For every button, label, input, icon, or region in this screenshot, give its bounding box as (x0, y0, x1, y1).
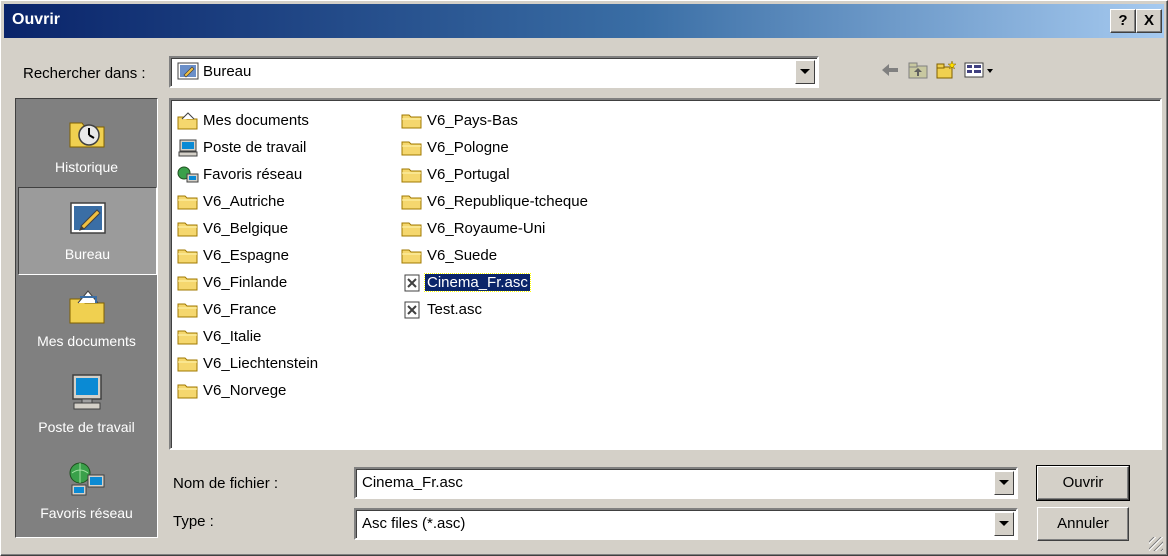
file-name: V6_Italie (203, 328, 262, 345)
file-name: V6_France (203, 301, 277, 318)
folder-icon (401, 139, 423, 157)
folder-icon (177, 220, 199, 238)
filetype-select[interactable]: Asc files (*.asc) (354, 508, 1018, 540)
place-label: Mes documents (37, 333, 136, 349)
filename-input[interactable]: Cinema_Fr.asc (354, 467, 1018, 499)
folder-icon (177, 355, 199, 373)
file-name: V6_Liechtenstein (203, 355, 319, 372)
folder-icon (177, 274, 199, 292)
desktop-icon (177, 62, 199, 80)
folder-icon (401, 193, 423, 211)
file-name: V6_Pays-Bas (427, 112, 518, 129)
filename-label: Nom de fichier : (173, 475, 279, 492)
folder-icon (177, 382, 199, 400)
lookin-combo[interactable]: Bureau (169, 56, 819, 88)
filetype-value: Asc files (*.asc) (362, 515, 466, 532)
place-label: Favoris réseau (40, 505, 133, 521)
place-label: Bureau (64, 246, 111, 262)
view-menu-icon[interactable] (963, 59, 997, 81)
open-button[interactable]: Ouvrir (1036, 465, 1130, 501)
desktop-icon (70, 202, 106, 234)
folder-icon (401, 247, 423, 265)
resize-grip[interactable] (1149, 537, 1163, 551)
folder-icon (177, 328, 199, 346)
place-mes-documents[interactable]: Mes documents (18, 275, 155, 361)
folder-icon (177, 301, 199, 319)
back-arrow-icon[interactable] (879, 59, 901, 81)
lookin-dropdown-button[interactable] (795, 60, 815, 84)
place-label: Poste de travail (38, 419, 135, 435)
network-icon (69, 462, 105, 496)
computer-icon (177, 139, 199, 157)
lookin-label: Rechercher dans : (23, 65, 146, 82)
help-button[interactable]: ? (1110, 9, 1136, 33)
file-name: Test.asc (427, 301, 483, 318)
file-name: V6_Espagne (203, 247, 289, 264)
filename-dropdown-button[interactable] (994, 471, 1014, 495)
filetype-dropdown-button[interactable] (994, 512, 1014, 536)
my-documents-icon (69, 290, 105, 324)
window-title: Ouvrir (12, 11, 61, 28)
my-computer-icon (72, 374, 102, 410)
filetype-label: Type : (173, 513, 214, 530)
file-name: V6_Pologne (427, 139, 509, 156)
file-name: Cinema_Fr.asc (424, 273, 531, 292)
file-name: V6_Norvege (203, 382, 287, 399)
place-label: Historique (54, 159, 119, 175)
history-icon (69, 122, 105, 148)
places-bar: Historique Bureau Mes documents Poste de… (15, 98, 158, 538)
file-name: Poste de travail (203, 139, 307, 156)
folder-icon (177, 247, 199, 265)
place-bureau[interactable]: Bureau (18, 187, 157, 275)
cancel-button[interactable]: Annuler (1037, 507, 1129, 541)
folder-icon (401, 220, 423, 238)
place-poste-de-travail[interactable]: Poste de travail (18, 361, 155, 447)
folder-icon (401, 112, 423, 130)
up-folder-icon[interactable] (907, 59, 929, 81)
place-historique[interactable]: Historique (18, 101, 155, 187)
file-name: V6_Republique-tcheque (427, 193, 588, 210)
file-name: Favoris réseau (203, 166, 303, 183)
asc-file-icon (401, 274, 423, 292)
folder-icon (401, 166, 423, 184)
new-folder-icon[interactable] (935, 59, 957, 81)
file-name: V6_Suede (427, 247, 498, 264)
network-icon (177, 166, 199, 184)
mydocs-icon (177, 112, 199, 130)
file-name: V6_Finlande (203, 274, 288, 291)
file-name: Mes documents (203, 112, 309, 129)
file-name: V6_Autriche (203, 193, 285, 210)
folder-icon (177, 193, 199, 211)
lookin-value: Bureau (203, 63, 252, 80)
open-dialog: Ouvrir ? X Rechercher dans : Bureau Hist… (0, 0, 1168, 556)
filename-value: Cinema_Fr.asc (362, 474, 463, 491)
file-name: V6_Royaume-Uni (427, 220, 546, 237)
file-name: V6_Portugal (427, 166, 510, 183)
title-bar[interactable]: Ouvrir ? X (4, 4, 1164, 38)
asc-file-icon (401, 301, 423, 319)
file-list[interactable]: Mes documents Poste de travail Favoris rés… (169, 98, 1162, 450)
close-button[interactable]: X (1136, 9, 1162, 33)
file-name: V6_Belgique (203, 220, 289, 237)
place-favoris-reseau[interactable]: Favoris réseau (18, 447, 155, 533)
